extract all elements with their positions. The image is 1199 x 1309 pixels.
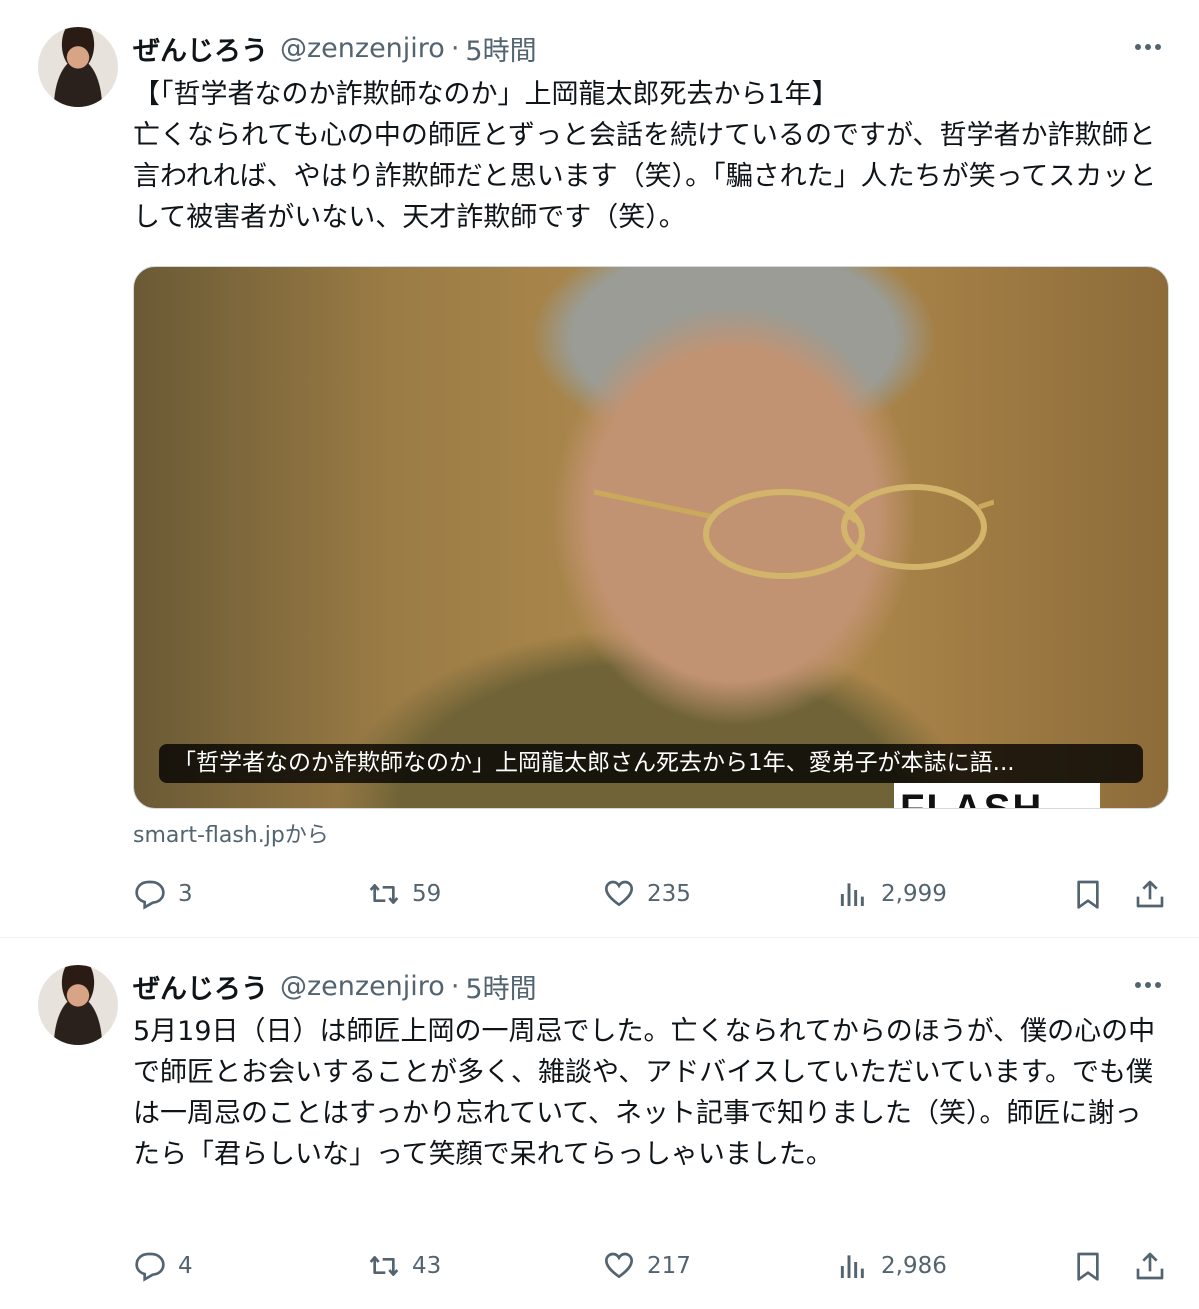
share-icon [1136,1252,1164,1280]
views-icon [840,883,864,906]
link-card[interactable]: FLASH 「哲学者なのか詐欺師なのか」上岡龍太郎さん死去から1年、愛弟子が本誌… [133,266,1169,809]
avatar[interactable] [38,965,118,1045]
timestamp[interactable]: 5時間 [465,29,536,68]
reply-icon [135,880,165,910]
bookmark-icon [1077,880,1099,909]
share-icon [1136,880,1164,908]
separator: · [450,970,460,1002]
more-icon[interactable] [1131,968,1165,1002]
views-button[interactable]: 2,986 [837,1246,947,1286]
repost-button[interactable]: 43 [368,1246,441,1286]
repost-count: 59 [412,881,442,907]
like-button[interactable]: 235 [603,874,691,914]
card-image [594,484,994,579]
card-source[interactable]: smart-flash.jpから [133,817,329,849]
like-count: 235 [647,881,691,907]
action-bar: 4 43 217 2,986 [0,1246,1199,1286]
user-handle[interactable]: @zenzenjiro [280,971,445,1002]
action-bar: 3 59 235 2,999 [0,874,1199,914]
like-icon [604,880,634,907]
display-name[interactable]: ぜんじろう [133,967,268,1006]
repost-icon [369,884,399,904]
bookmark-button[interactable] [1072,874,1104,914]
reply-count: 4 [178,1253,193,1279]
tweet-text: 【「哲学者なのか詐欺師なのか」上岡龍太郎死去から1年】 亡くなられても心の中の師… [133,79,1157,233]
share-button[interactable] [1134,1246,1166,1286]
bookmark-icon [1077,1252,1099,1281]
views-icon [840,1255,864,1278]
reply-count: 3 [178,881,193,907]
repost-icon [369,1256,399,1276]
reply-button[interactable]: 3 [134,874,193,914]
timestamp[interactable]: 5時間 [465,967,536,1006]
tweet-header: ぜんじろう @zenzenjiro · 5時間 [133,966,537,1006]
reply-button[interactable]: 4 [134,1246,193,1286]
display-name[interactable]: ぜんじろう [133,29,268,68]
card-caption: 「哲学者なのか詐欺師なのか」上岡龍太郎さん死去から1年、愛弟子が本誌に語... [159,744,1143,783]
view-count: 2,999 [881,881,947,907]
reply-icon [135,1252,165,1282]
view-count: 2,986 [881,1253,947,1279]
like-count: 217 [647,1253,691,1279]
views-button[interactable]: 2,999 [837,874,947,914]
share-button[interactable] [1134,874,1166,914]
tweet-text: 5月19日（日）は師匠上岡の一周忌でした。亡くなられてからのほうが、僕の心の中で… [133,1016,1156,1170]
bookmark-button[interactable] [1072,1246,1104,1286]
repost-count: 43 [412,1253,442,1279]
tweet[interactable]: ぜんじろう @zenzenjiro · 5時間 5月19日（日）は師匠上岡の一周… [0,938,1199,1309]
user-handle[interactable]: @zenzenjiro [280,33,445,64]
more-icon[interactable] [1131,30,1165,64]
avatar[interactable] [38,27,118,107]
like-icon [604,1252,634,1279]
repost-button[interactable]: 59 [368,874,441,914]
tweet[interactable]: ぜんじろう @zenzenjiro · 5時間 【「哲学者なのか詐欺師なのか」上… [0,0,1199,938]
like-button[interactable]: 217 [603,1246,691,1286]
flash-watermark: FLASH [894,783,1100,808]
tweet-header: ぜんじろう @zenzenjiro · 5時間 [133,28,537,68]
separator: · [450,32,460,64]
